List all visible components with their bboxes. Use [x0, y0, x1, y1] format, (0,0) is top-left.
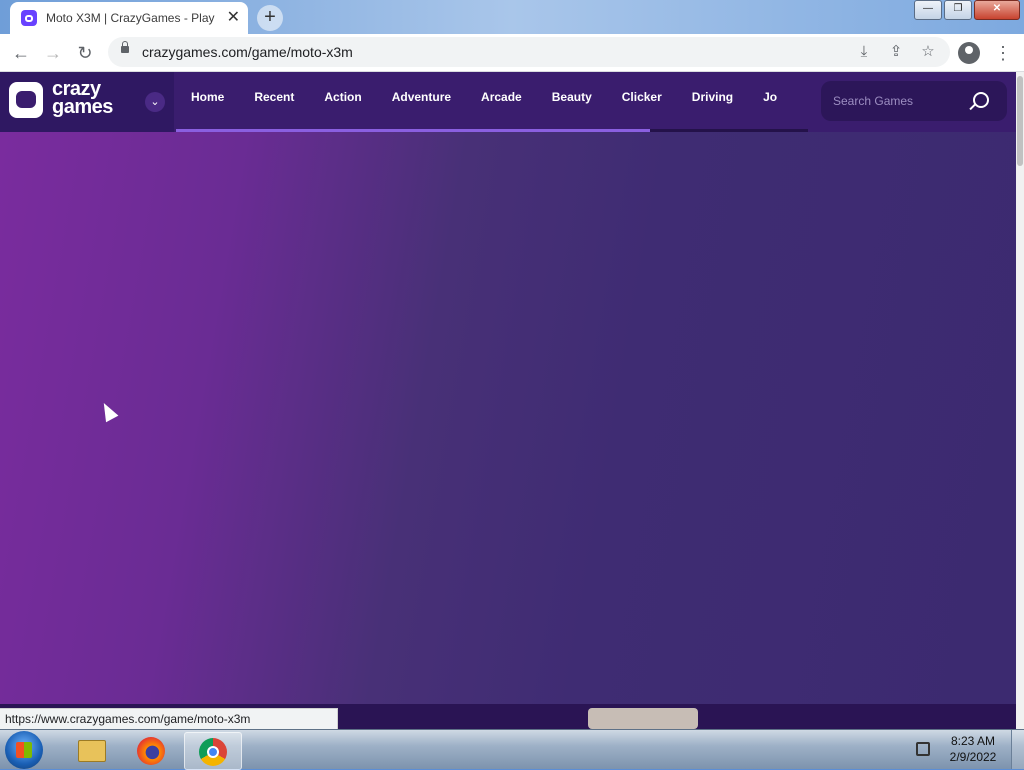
search-icon[interactable] [973, 92, 989, 108]
logo-line-2: games [52, 96, 113, 118]
nav-adventure[interactable]: Adventure [377, 72, 466, 132]
share-icon[interactable]: ⇪ [886, 42, 906, 62]
nav-recent[interactable]: Recent [239, 72, 309, 132]
page-scrollbar[interactable] [1016, 72, 1024, 729]
clock-date: 2/9/2022 [949, 750, 997, 764]
site-header: crazy games ⌄ Home Recent Action Adventu… [0, 72, 1016, 132]
browser-menu-icon[interactable]: ⋮ [994, 42, 1012, 64]
firefox-icon [137, 737, 165, 765]
restore-button[interactable]: ❐ [944, 0, 972, 20]
windows-logo-icon [16, 742, 32, 758]
category-nav: Home Recent Action Adventure Arcade Beau… [176, 72, 792, 132]
search-games-input[interactable]: Search Games [821, 81, 1007, 121]
install-icon[interactable]: ⤓ [854, 42, 874, 62]
close-window-button[interactable]: ✕ [974, 0, 1020, 20]
status-url-bubble: https://www.crazygames.com/game/moto-x3m [0, 708, 338, 729]
tab-close-icon[interactable]: ✕ [227, 9, 240, 27]
network-icon[interactable] [916, 742, 930, 756]
back-arrow-icon[interactable]: ← [10, 42, 32, 64]
crazygames-logo-icon [9, 82, 43, 118]
taskbar-explorer[interactable] [62, 732, 118, 768]
taskbar-chrome[interactable] [184, 732, 242, 770]
minimize-button[interactable]: — [914, 0, 942, 20]
browser-window: Moto X3M | CrazyGames - Play N ✕ + — ❐ ✕… [0, 0, 1024, 729]
bookmark-star-icon[interactable]: ☆ [918, 42, 938, 62]
reload-icon[interactable]: ↻ [74, 42, 96, 64]
forward-arrow-icon[interactable]: → [42, 42, 64, 64]
nav-jo[interactable]: Jo [748, 72, 792, 132]
scrollbar-thumb[interactable] [1017, 76, 1023, 166]
chrome-icon [199, 738, 227, 766]
folder-icon [78, 740, 106, 762]
url-text[interactable]: crazygames.com/game/moto-x3m [142, 44, 353, 60]
search-placeholder[interactable]: Search Games [833, 94, 913, 108]
start-button[interactable] [5, 731, 43, 769]
crazygames-logo[interactable]: crazy games ⌄ [0, 72, 174, 132]
show-desktop-button[interactable] [1011, 730, 1024, 769]
system-clock[interactable]: 8:23 AM 2/9/2022 [940, 733, 1006, 765]
game-thumbnail[interactable] [588, 708, 698, 729]
profile-avatar-icon[interactable] [958, 42, 980, 64]
clock-time: 8:23 AM [950, 734, 996, 748]
taskbar: 8:23 AM 2/9/2022 [0, 729, 1024, 770]
window-controls: — ❐ ✕ [912, 0, 1020, 20]
chevron-down-icon[interactable]: ⌄ [145, 92, 165, 112]
page-content: crazy games ⌄ Home Recent Action Adventu… [0, 72, 1016, 729]
browser-toolbar: ← → ↻ crazygames.com/game/moto-x3m ⤓ ⇪ ☆… [0, 34, 1024, 72]
nav-action[interactable]: Action [309, 72, 376, 132]
nav-home[interactable]: Home [176, 72, 239, 132]
tab-moto-x3m[interactable]: Moto X3M | CrazyGames - Play N ✕ [10, 2, 248, 34]
address-bar[interactable]: crazygames.com/game/moto-x3m ⤓ ⇪ ☆ [108, 37, 950, 67]
tab-strip: Moto X3M | CrazyGames - Play N ✕ + — ❐ ✕ [0, 0, 1024, 34]
nav-arcade[interactable]: Arcade [466, 72, 537, 132]
nav-driving[interactable]: Driving [677, 72, 748, 132]
new-tab-button[interactable]: + [257, 5, 283, 31]
game-loading-area[interactable] [0, 132, 1016, 704]
nav-clicker[interactable]: Clicker [607, 72, 677, 132]
nav-beauty[interactable]: Beauty [537, 72, 607, 132]
crazygames-favicon-icon [21, 10, 37, 26]
lock-icon[interactable] [121, 41, 129, 53]
taskbar-firefox[interactable] [123, 732, 179, 768]
logo-text: crazy games [52, 79, 113, 118]
tab-title: Moto X3M | CrazyGames - Play N [46, 11, 216, 25]
